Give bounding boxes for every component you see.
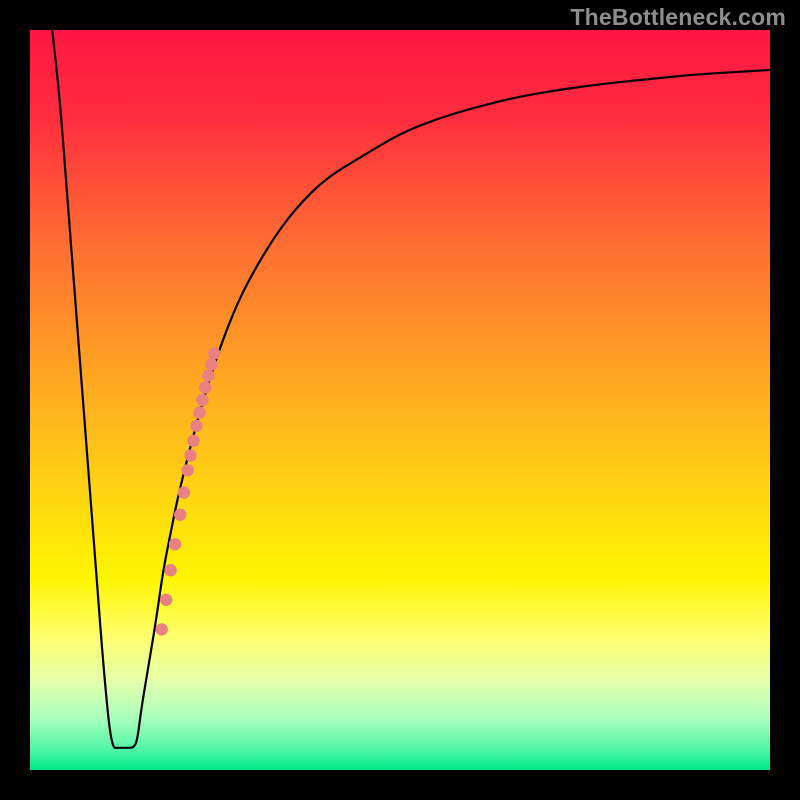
highlight-point — [156, 623, 168, 635]
highlight-point — [160, 594, 172, 606]
highlight-point — [193, 406, 205, 418]
gradient-background — [30, 30, 770, 770]
highlight-point — [187, 435, 199, 447]
highlight-point — [196, 394, 208, 406]
highlight-point — [174, 509, 186, 521]
highlight-point — [190, 420, 202, 432]
chart-frame: TheBottleneck.com — [0, 0, 800, 800]
highlight-point — [205, 358, 217, 370]
highlight-point — [181, 464, 193, 476]
bottleneck-chart — [30, 30, 770, 770]
highlight-point — [202, 369, 214, 381]
highlight-point — [184, 449, 196, 461]
highlight-point — [199, 381, 211, 393]
highlight-point — [208, 347, 220, 359]
plot-area — [30, 30, 770, 770]
highlight-point — [169, 538, 181, 550]
watermark-text: TheBottleneck.com — [570, 4, 786, 31]
highlight-point — [178, 486, 190, 498]
highlight-point — [164, 564, 176, 576]
